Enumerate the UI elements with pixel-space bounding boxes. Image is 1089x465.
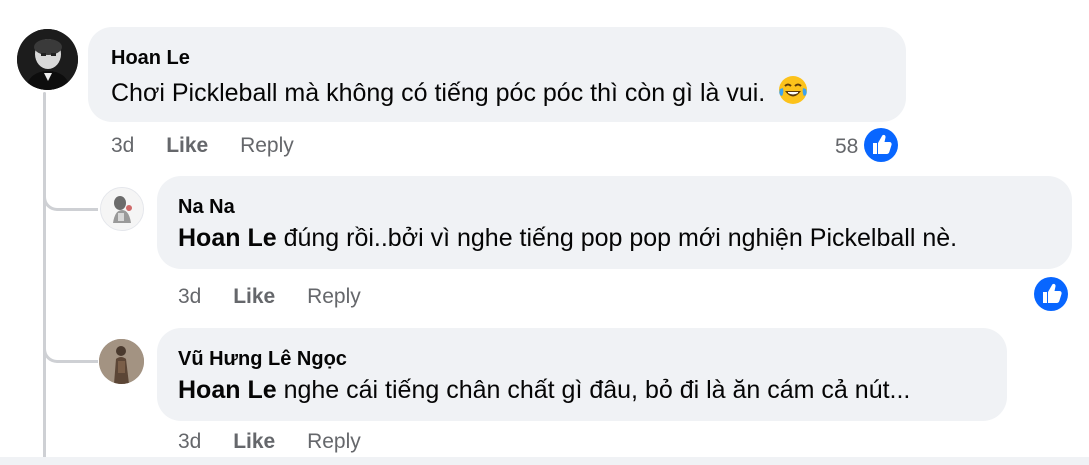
comment-text: Hoan Le nghe cái tiếng chân chất gì đâu,… [178,376,910,405]
section-divider [0,457,1089,465]
thread-line [43,92,46,465]
comment-bubble: Hoan Le Chơi Pickleball mà không có tiến… [88,27,906,122]
comment-timestamp[interactable]: 3d [111,134,134,158]
comment-author[interactable]: Na Na [178,196,235,219]
like-button[interactable]: Like [233,285,275,309]
reply-button[interactable]: Reply [307,430,361,454]
like-button[interactable]: Like [233,430,275,454]
comment-text: Chơi Pickleball mà không có tiếng póc pó… [111,75,808,112]
comment-timestamp[interactable]: 3d [178,285,201,309]
thumbs-up-icon[interactable] [864,128,898,162]
comment-actions: 3d Like Reply [111,134,320,158]
reply-bubble: Vũ Hưng Lê Ngọc Hoan Le nghe cái tiếng c… [157,328,1007,421]
comment-author[interactable]: Vũ Hưng Lê Ngọc [178,348,347,371]
mention-link[interactable]: Hoan Le [178,224,277,252]
reply-connector [43,330,98,363]
avatar[interactable] [99,339,144,384]
comment-text-body: Chơi Pickleball mà không có tiếng póc pó… [111,79,766,107]
mention-link[interactable]: Hoan Le [178,376,277,404]
comment-actions: 3d Like Reply [178,285,387,309]
reply-connector [43,178,98,211]
avatar[interactable] [100,187,144,231]
reply-bubble: Na Na Hoan Le đúng rồi..bởi vì nghe tiến… [157,176,1072,269]
reply-button[interactable]: Reply [240,134,294,158]
reaction-count[interactable]: 58 [835,135,858,159]
like-button[interactable]: Like [166,134,208,158]
comment-actions: 3d Like Reply [178,430,387,454]
comment-timestamp[interactable]: 3d [178,430,201,454]
comment-author[interactable]: Hoan Le [111,47,190,70]
comment-text-body: nghe cái tiếng chân chất gì đâu, bỏ đi l… [276,376,911,404]
reply-button[interactable]: Reply [307,285,361,309]
comment-text-body: đúng rồi..bởi vì nghe tiếng pop pop mới … [276,224,958,252]
comment-text: Hoan Le đúng rồi..bởi vì nghe tiếng pop … [178,224,957,253]
thumbs-up-icon[interactable] [1034,277,1068,311]
avatar[interactable] [17,29,78,90]
tears-of-joy-emoji-icon [778,75,808,112]
